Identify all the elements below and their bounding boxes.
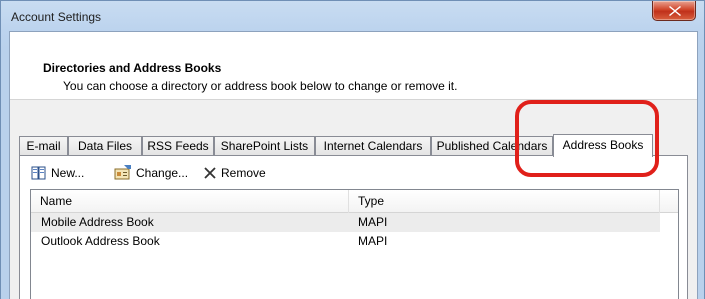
close-button[interactable] [652, 1, 696, 21]
column-header-type[interactable]: Type [349, 190, 660, 213]
account-settings-window: Account Settings Directories and Address… [0, 0, 705, 299]
list-row[interactable]: Outlook Address Book MAPI [31, 232, 660, 251]
change-card-icon [114, 165, 131, 180]
window-title: Account Settings [11, 10, 102, 24]
dialog-header: Directories and Address Books You can ch… [10, 32, 697, 98]
row-type: MAPI [358, 215, 388, 229]
change-button[interactable]: Change... [114, 163, 188, 183]
list-row[interactable]: Mobile Address Book MAPI [31, 213, 660, 232]
header-description: You can choose a directory or address bo… [63, 79, 458, 93]
row-type: MAPI [358, 234, 388, 248]
address-book-icon [31, 166, 46, 180]
tab-e-mail[interactable]: E-mail [19, 136, 68, 156]
address-book-list[interactable]: Name Type Mobile Address Book MAPI Outlo… [30, 189, 679, 299]
column-header-name[interactable]: Name [31, 190, 349, 213]
new-button[interactable]: New... [31, 163, 84, 183]
remove-button-label: Remove [221, 166, 266, 180]
tab-internet-calendars[interactable]: Internet Calendars [315, 136, 431, 156]
remove-button[interactable]: Remove [203, 163, 266, 183]
dialog-client: Directories and Address Books You can ch… [9, 31, 698, 299]
remove-x-icon [204, 167, 216, 179]
new-button-label: New... [51, 166, 85, 180]
list-header: Name Type [31, 190, 678, 213]
tab-published-calendars[interactable]: Published Calendars [431, 136, 553, 156]
dialog-body: E-mail Data Files RSS Feeds SharePoint L… [10, 100, 697, 299]
address-books-panel: New... Change... Remove Name Type Mobile… [19, 155, 688, 299]
header-title: Directories and Address Books [43, 61, 222, 75]
tab-address-books[interactable]: Address Books [553, 134, 653, 157]
tab-rss-feeds[interactable]: RSS Feeds [142, 136, 214, 156]
tab-sharepoint-lists[interactable]: SharePoint Lists [214, 136, 315, 156]
title-bar[interactable]: Account Settings [1, 1, 704, 31]
close-icon [669, 6, 681, 16]
change-button-label: Change... [136, 166, 189, 180]
row-name: Outlook Address Book [41, 234, 160, 248]
row-name: Mobile Address Book [41, 215, 154, 229]
tab-data-files[interactable]: Data Files [68, 136, 142, 156]
